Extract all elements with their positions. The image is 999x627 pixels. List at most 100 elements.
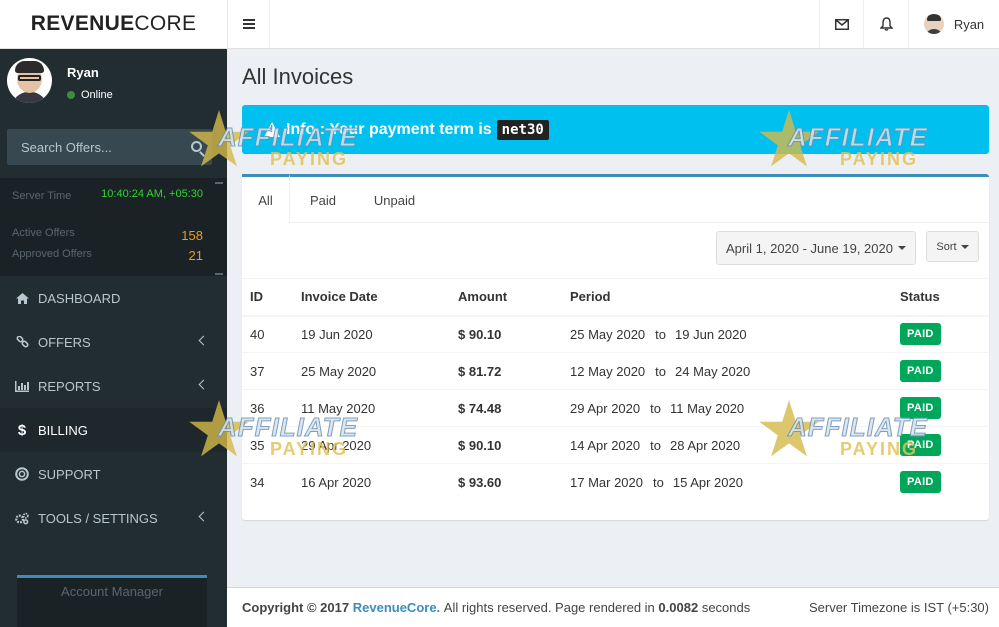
invoice-id: 35 bbox=[242, 426, 293, 464]
account-manager-label: Account Manager bbox=[61, 584, 163, 599]
dollar-icon: $ bbox=[17, 421, 27, 439]
sidebar-item-label: OFFERS bbox=[38, 334, 91, 350]
column-header-status[interactable]: Status bbox=[892, 278, 989, 317]
invoice-period: 12 May 2020 to 24 May 2020 bbox=[562, 352, 892, 390]
column-header-id[interactable]: ID bbox=[242, 278, 293, 317]
invoice-status: PAID bbox=[892, 315, 989, 353]
table-row: 37 25 May 2020 $ 81.72 12 May 2020 to 24 M… bbox=[242, 352, 989, 390]
footer-copyright: Copyright © 2017 bbox=[242, 600, 350, 615]
sidebar-item-support[interactable]: SUPPORT bbox=[0, 452, 227, 496]
top-navbar: Ryan bbox=[227, 0, 999, 49]
approved-offers-label: Approved Offers bbox=[12, 248, 92, 260]
footer-render-time: 0.0082 bbox=[658, 600, 699, 615]
sort-button[interactable]: Sort bbox=[926, 231, 979, 262]
column-header-amount[interactable]: Amount bbox=[450, 278, 562, 317]
notifications-button[interactable] bbox=[863, 0, 908, 48]
payment-term-code: net30 bbox=[496, 119, 549, 140]
table-row: 40 19 Jun 2020 $ 90.10 25 May 2020 to 19 J… bbox=[242, 315, 989, 353]
tab-unpaid[interactable]: Unpaid bbox=[362, 177, 427, 223]
active-offers-label: Active Offers bbox=[12, 227, 75, 239]
info-alert: Info : Your payment term is net30 bbox=[242, 105, 989, 154]
period-from: 29 Apr 2020 bbox=[570, 400, 641, 416]
caret-down-icon bbox=[897, 246, 906, 250]
period-to: 11 May 2020 bbox=[669, 400, 745, 416]
sidebar-item-label: TOOLS / SETTINGS bbox=[38, 510, 158, 526]
sidebar-item-reports[interactable]: REPORTS bbox=[0, 364, 227, 408]
period-from: 25 May 2020 bbox=[570, 326, 646, 342]
invoice-status: PAID bbox=[892, 352, 989, 390]
invoice-date: 29 Apr 2020 bbox=[293, 426, 450, 464]
sidebar-item-tools-settings[interactable]: TOOLS / SETTINGS bbox=[0, 496, 227, 540]
footer-rights: All rights reserved. Page rendered in bbox=[443, 600, 655, 615]
server-timezone: Server Timezone is IST (+5:30) bbox=[808, 600, 989, 615]
date-range-button[interactable]: April 1, 2020 - June 19, 2020 bbox=[716, 231, 916, 265]
sidebar-item-label: SUPPORT bbox=[38, 466, 101, 482]
column-header-date[interactable]: Invoice Date bbox=[293, 278, 450, 317]
invoice-date: 16 Apr 2020 bbox=[293, 463, 450, 501]
invoice-period: 25 May 2020 to 19 Jun 2020 bbox=[562, 315, 892, 353]
user-menu-name: Ryan bbox=[953, 16, 985, 32]
page-footer: Copyright © 2017 RevenueCore. All rights… bbox=[227, 587, 999, 627]
user-panel: Ryan Online bbox=[0, 49, 227, 119]
bell-icon bbox=[879, 17, 893, 31]
period-to: 19 Jun 2020 bbox=[675, 326, 747, 342]
period-to-word: to bbox=[655, 363, 667, 379]
period-from: 14 Apr 2020 bbox=[570, 437, 641, 453]
messages-button[interactable] bbox=[819, 0, 863, 48]
column-header-period[interactable]: Period bbox=[562, 278, 892, 317]
online-dot-icon bbox=[67, 91, 75, 99]
status-badge: PAID bbox=[900, 434, 941, 456]
sort-label: Sort bbox=[936, 240, 957, 253]
tab-paid[interactable]: Paid bbox=[298, 177, 348, 223]
invoice-status: PAID bbox=[892, 463, 989, 501]
sidebar-item-billing[interactable]: $ BILLING bbox=[0, 408, 227, 452]
invoice-date: 25 May 2020 bbox=[293, 352, 450, 390]
app-logo[interactable]: REVENUE CORE bbox=[0, 0, 227, 49]
user-status-label: Online bbox=[81, 89, 113, 101]
invoice-period: 14 Apr 2020 to 28 Apr 2020 bbox=[562, 426, 892, 464]
period-from: 12 May 2020 bbox=[570, 363, 646, 379]
period-from: 17 Mar 2020 bbox=[570, 474, 643, 490]
caret-down-icon bbox=[960, 244, 969, 249]
sidebar-toggle-button[interactable] bbox=[228, 0, 270, 48]
invoice-id: 37 bbox=[242, 352, 293, 390]
life-ring-icon bbox=[15, 467, 29, 481]
invoice-status: PAID bbox=[892, 426, 989, 464]
invoice-amount: $ 90.10 bbox=[450, 426, 562, 464]
period-to: 15 Apr 2020 bbox=[672, 474, 743, 490]
search-input[interactable] bbox=[7, 129, 182, 165]
sidebar-user-name: Ryan bbox=[67, 65, 99, 80]
logo-bold: REVENUE bbox=[30, 12, 135, 35]
chevron-left-icon bbox=[198, 335, 209, 346]
period-to-word: to bbox=[653, 474, 664, 490]
invoices-box: All Paid Unpaid April 1, 2020 - June 19,… bbox=[242, 174, 989, 520]
footer-seconds: seconds bbox=[701, 600, 751, 615]
sidebar-item-dashboard[interactable]: DASHBOARD bbox=[0, 276, 227, 320]
invoice-id: 40 bbox=[242, 315, 293, 353]
table-row: 35 29 Apr 2020 $ 90.10 14 Apr 2020 to 28 A… bbox=[242, 426, 989, 464]
warning-icon bbox=[264, 122, 280, 137]
tab-all[interactable]: All bbox=[242, 174, 290, 223]
period-to: 24 May 2020 bbox=[675, 363, 751, 379]
server-time-value: 10:40:24 AM, +05:30 bbox=[101, 188, 203, 200]
user-menu-button[interactable]: Ryan bbox=[908, 0, 999, 48]
invoice-amount: $ 93.60 bbox=[450, 463, 562, 501]
link-icon bbox=[15, 335, 29, 349]
invoice-tabs: All Paid Unpaid bbox=[242, 174, 989, 223]
search-icon[interactable] bbox=[191, 141, 202, 152]
sidebar-item-offers[interactable]: OFFERS bbox=[0, 320, 227, 364]
status-badge: PAID bbox=[900, 323, 941, 346]
home-icon bbox=[15, 291, 29, 305]
cogs-icon bbox=[15, 511, 29, 525]
sidebar-avatar bbox=[7, 58, 52, 103]
period-to-word: to bbox=[650, 400, 661, 416]
user-status: Online bbox=[67, 89, 113, 101]
period-to: 28 Apr 2020 bbox=[669, 437, 741, 453]
invoice-amount: $ 90.10 bbox=[450, 315, 562, 353]
footer-brand-link[interactable]: RevenueCore. bbox=[353, 600, 440, 615]
status-badge: PAID bbox=[900, 471, 941, 494]
hamburger-icon bbox=[242, 19, 255, 29]
stats-panel: Server Time 10:40:24 AM, +05:30 Active O… bbox=[0, 178, 227, 276]
invoices-table: ID Invoice Date Amount Period Status 40 … bbox=[242, 278, 989, 501]
invoice-date: 19 Jun 2020 bbox=[293, 315, 450, 353]
